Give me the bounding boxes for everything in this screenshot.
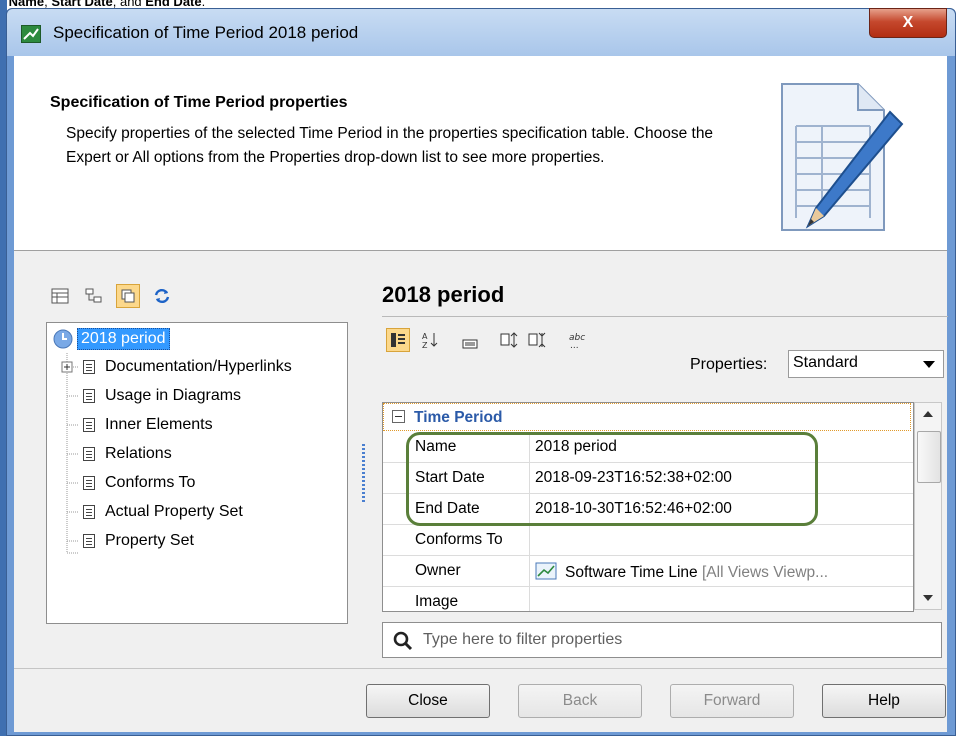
specification-pencil-icon [781,83,904,231]
header-description: Specify properties of the selected Time … [66,125,714,166]
chevron-down-icon [923,361,935,368]
table-row[interactable]: Conforms To [383,525,913,556]
app-icon [21,25,41,43]
collapse-rows-icon[interactable] [458,332,482,356]
page-icon [83,505,95,519]
svg-text:Z: Z [422,341,428,349]
refresh-icon[interactable] [150,284,174,308]
help-button[interactable]: Help [822,684,946,718]
expand-all-icon[interactable] [498,328,522,352]
page-icon [83,447,95,461]
table-scrollbar[interactable] [914,402,942,610]
tree-view-icon[interactable] [82,284,106,308]
specification-tree[interactable]: 2018 period Documentation/Hyperlinks Usa… [46,322,348,624]
tree-item-documentation[interactable]: Documentation/Hyperlinks [83,353,292,381]
tree-item-usage[interactable]: Usage in Diagrams [83,382,241,410]
sort-alphabetically-icon[interactable]: AZ [418,328,442,352]
properties-pane: 2018 period AZ abc... Properties: Standa… [374,276,948,666]
window-close-button[interactable]: X [869,8,947,38]
page-icon [83,360,95,374]
specification-dialog: Specification of Time Period 2018 period… [6,8,956,736]
table-row[interactable]: Image [383,587,913,611]
tree-item-property-set[interactable]: Property Set [83,527,194,555]
navigation-pane: 2018 period Documentation/Hyperlinks Usa… [36,276,356,662]
svg-text:A: A [422,332,428,341]
forward-button[interactable]: Forward [670,684,794,718]
page-icon [83,389,95,403]
tree-item-root[interactable]: 2018 period [53,325,170,353]
close-button[interactable]: Close [366,684,490,718]
properties-dropdown[interactable]: Standard [788,350,944,378]
button-bar-divider [14,668,947,669]
scroll-down-icon[interactable] [923,595,933,601]
properties-dropdown-value: Standard [793,354,858,371]
table-row[interactable]: Owner Software Time Line [All Views View… [383,556,913,587]
time-period-icon [53,329,73,349]
list-view-icon[interactable] [48,284,72,308]
spelling-check-icon[interactable]: abc... [566,328,590,352]
collapse-icon[interactable] [392,410,405,423]
highlight-annotation [406,432,818,526]
page-icon [83,418,95,432]
cropped-caption: r Name, Start Date, and End Date. [0,0,206,9]
page-icon [83,476,95,490]
toggle-view-icon[interactable] [116,284,140,308]
tree-item-relations[interactable]: Relations [83,440,172,468]
tree-item-conforms-to[interactable]: Conforms To [83,469,195,497]
section-title: Time Period [414,409,503,426]
table-section-header[interactable]: Time Period [383,403,911,431]
tree-item-actual-property-set[interactable]: Actual Property Set [83,498,243,526]
tree-root-label: 2018 period [77,328,170,350]
filter-input[interactable]: Type here to filter properties [382,622,942,658]
scroll-up-icon[interactable] [923,411,933,417]
tree-item-inner-elements[interactable]: Inner Elements [83,411,213,439]
filter-placeholder: Type here to filter properties [423,631,623,648]
categorized-view-icon[interactable] [386,328,410,352]
svg-text:...: ... [570,341,579,349]
back-button[interactable]: Back [518,684,642,718]
title-bar[interactable]: Specification of Time Period 2018 period… [7,8,955,56]
title-divider [382,316,948,317]
header-title: Specification of Time Period properties [50,94,348,111]
search-icon [393,631,413,651]
diagram-icon [535,562,557,580]
properties-label: Properties: [690,356,768,373]
window-title: Specification of Time Period 2018 period [53,23,359,42]
splitter-handle[interactable] [362,444,365,504]
dialog-client-area: Specification of Time Period properties … [14,56,948,732]
scroll-thumb[interactable] [917,431,941,483]
element-title: 2018 period [382,282,505,307]
page-icon [83,534,95,548]
collapse-all-icon[interactable] [526,328,550,352]
dialog-header: Specification of Time Period properties … [14,56,947,251]
